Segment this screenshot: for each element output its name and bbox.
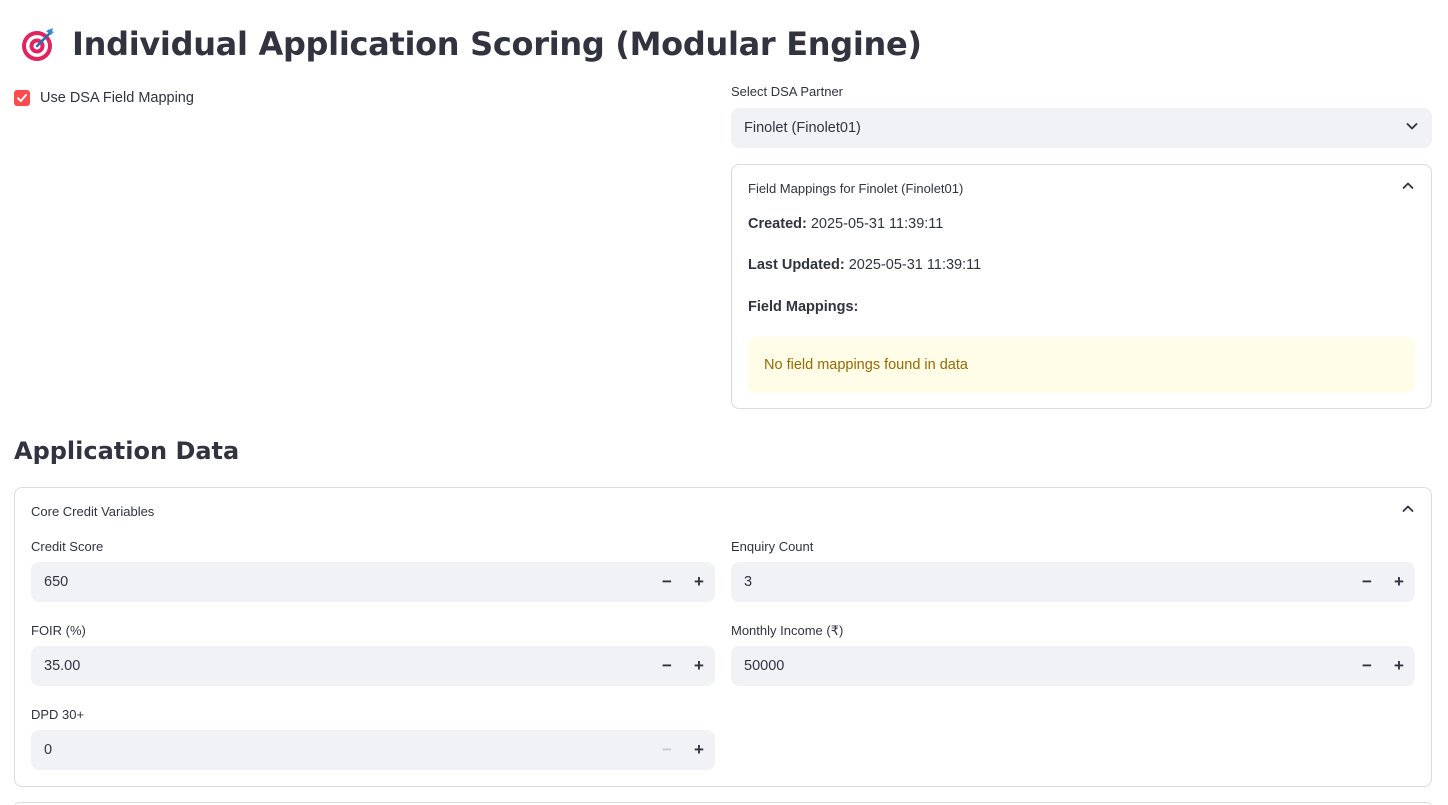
updated-line: Last Updated: 2025-05-31 11:39:11 (748, 257, 981, 273)
created-label: Created: (748, 216, 807, 232)
monthly-income-label: Monthly Income (₹) (731, 623, 844, 638)
field-mappings-heading-text: Field Mappings: (748, 299, 859, 315)
dpd30-value[interactable]: 0 (31, 742, 651, 758)
chevron-up-icon[interactable] (1401, 179, 1415, 198)
foir-increment-button[interactable]: + (683, 646, 715, 686)
page-header: Individual Application Scoring (Modular … (18, 22, 922, 66)
monthly-income-increment-button[interactable]: + (1383, 646, 1415, 686)
foir-label: FOIR (%) (31, 623, 86, 638)
field-mappings-expander-header[interactable]: Field Mappings for Finolet (Finolet01) (732, 165, 1431, 211)
credit-score-increment-button[interactable]: + (683, 562, 715, 602)
dpd30-decrement-button[interactable]: − (651, 730, 683, 770)
use-dsa-mapping-checkbox[interactable]: Use DSA Field Mapping (14, 90, 194, 106)
foir-input[interactable]: 35.00 − + (31, 646, 715, 686)
enquiry-count-decrement-button[interactable]: − (1351, 562, 1383, 602)
monthly-income-value[interactable]: 50000 (731, 658, 1351, 674)
dpd30-increment-button[interactable]: + (683, 730, 715, 770)
target-dart-icon (18, 24, 58, 64)
checkbox-checked-icon[interactable] (14, 90, 30, 106)
core-credit-expander-header[interactable]: Core Credit Variables (15, 488, 1431, 534)
select-dsa-label: Select DSA Partner (731, 84, 843, 99)
expander-title: Core Credit Variables (31, 503, 155, 519)
enquiry-count-increment-button[interactable]: + (1383, 562, 1415, 602)
credit-score-decrement-button[interactable]: − (651, 562, 683, 602)
enquiry-count-value[interactable]: 3 (731, 574, 1351, 590)
field-mappings-heading: Field Mappings: (748, 299, 858, 315)
credit-score-value[interactable]: 650 (31, 574, 651, 590)
created-line: Created: 2025-05-31 11:39:11 (748, 216, 943, 232)
dsa-partner-select[interactable]: Finolet (Finolet01) (731, 108, 1432, 148)
dpd30-label: DPD 30+ (31, 707, 85, 722)
updated-label: Last Updated: (748, 257, 845, 273)
foir-value[interactable]: 35.00 (31, 658, 651, 674)
updated-value: 2025-05-31 11:39:11 (848, 257, 982, 273)
checkbox-label: Use DSA Field Mapping (40, 90, 194, 106)
field-mappings-expander: Field Mappings for Finolet (Finolet01) C… (731, 164, 1432, 409)
core-credit-variables-expander: Core Credit Variables Credit Score 650 −… (14, 487, 1432, 787)
credit-score-label: Credit Score (31, 539, 104, 554)
dpd30-input[interactable]: 0 − + (31, 730, 715, 770)
chevron-up-icon[interactable] (1401, 502, 1415, 521)
monthly-income-input[interactable]: 50000 − + (731, 646, 1415, 686)
page-title: Individual Application Scoring (Modular … (72, 25, 922, 63)
credit-score-input[interactable]: 650 − + (31, 562, 715, 602)
foir-decrement-button[interactable]: − (651, 646, 683, 686)
chevron-down-icon[interactable] (1405, 119, 1419, 138)
enquiry-count-label: Enquiry Count (731, 539, 814, 554)
select-value: Finolet (Finolet01) (744, 120, 861, 136)
enquiry-count-input[interactable]: 3 − + (731, 562, 1415, 602)
no-mappings-warning: No field mappings found in data (748, 337, 1415, 393)
monthly-income-decrement-button[interactable]: − (1351, 646, 1383, 686)
application-data-heading: Application Data (14, 437, 240, 465)
created-value: 2025-05-31 11:39:11 (810, 216, 944, 232)
expander-title: Field Mappings for Finolet (Finolet01) (748, 180, 964, 196)
